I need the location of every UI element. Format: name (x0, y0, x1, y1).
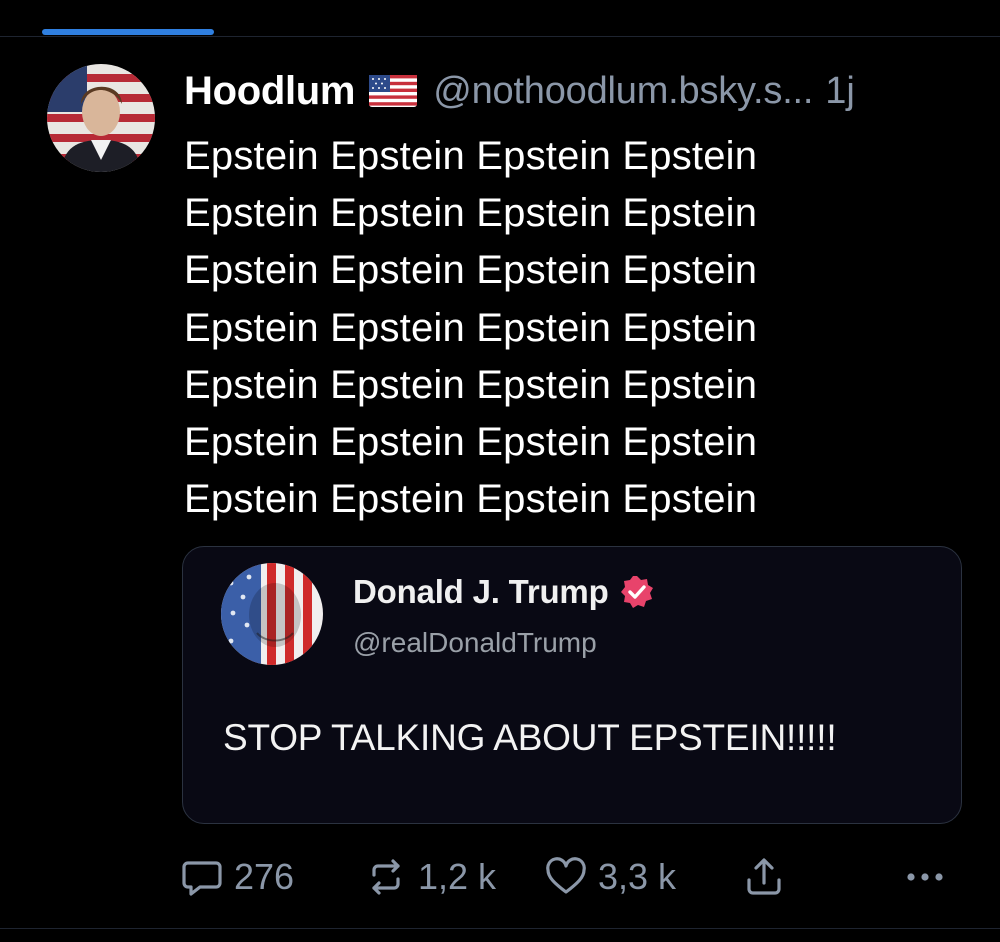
post-text-line: Epstein Epstein Epstein Epstein (184, 305, 758, 350)
quoted-author-handle: @realDonaldTrump (353, 627, 597, 658)
post-text-line: Epstein Epstein Epstein Epstein (184, 191, 758, 236)
like-count: 3,3 k (598, 856, 677, 897)
quoted-author-row: Donald J. Trump (353, 573, 655, 611)
comment-icon (182, 861, 222, 896)
reply-button[interactable]: 276 (180, 852, 294, 902)
verified-badge-icon (620, 576, 653, 608)
us-flag-icon (369, 75, 418, 107)
post-text-line: Epstein Epstein Epstein Epstein (184, 477, 758, 522)
bottom-divider (0, 928, 1000, 929)
share-button[interactable] (742, 852, 786, 902)
top-divider (0, 36, 1000, 37)
repost-icon (372, 859, 400, 895)
repost-count: 1,2 k (418, 856, 497, 897)
heart-icon (546, 857, 586, 894)
repost-button[interactable]: 1,2 k (364, 852, 496, 902)
quoted-author-avatar (221, 563, 323, 665)
share-icon (747, 858, 781, 895)
quoted-post-text: STOP TALKING ABOUT EPSTEIN!!!!! (223, 717, 837, 758)
post-text-line: Epstein Epstein Epstein Epstein (184, 134, 758, 178)
post-timestamp[interactable]: 1j (825, 70, 855, 113)
more-options-button[interactable] (900, 852, 950, 902)
post-header: Hoodlum @nothoodlum.bsky.s... 1j (184, 66, 855, 116)
like-button[interactable]: 3,3 k (544, 852, 676, 902)
author-avatar[interactable] (47, 64, 155, 172)
post-text-line: Epstein Epstein Epstein Epstein (184, 362, 758, 407)
quoted-author-name: Donald J. Trump (353, 573, 609, 610)
post-text-line: Epstein Epstein Epstein Epstein (184, 420, 758, 465)
quoted-post-card[interactable]: Donald J. Trump @realDonaldTrump STOP TA… (182, 546, 962, 824)
post-actions: 276 1,2 k 3,3 k (180, 852, 960, 902)
active-tab-indicator (42, 29, 214, 35)
post-text-line: Epstein Epstein Epstein Epstein (184, 248, 758, 293)
author-handle[interactable]: @nothoodlum.bsky.s... (433, 70, 813, 113)
post-body: Epstein Epstein Epstein Epstein Epstein … (184, 128, 964, 528)
reply-count: 276 (234, 856, 295, 897)
more-icon (907, 873, 943, 881)
author-name[interactable]: Hoodlum (184, 69, 356, 114)
